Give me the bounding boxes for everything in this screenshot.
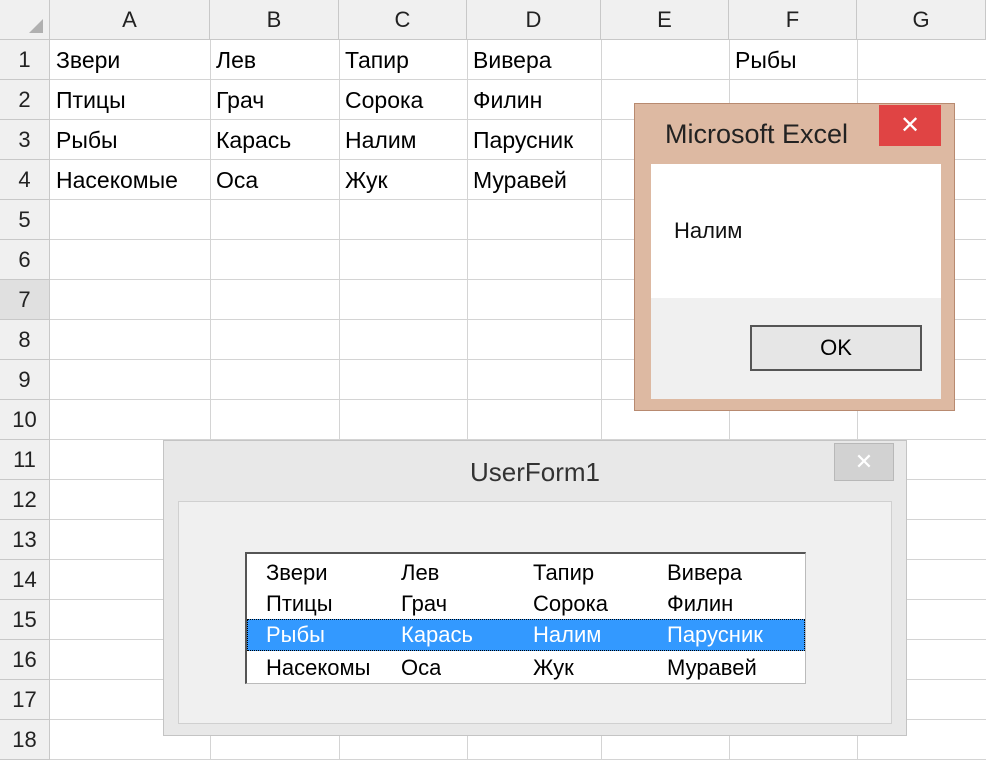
msgbox-message: Налим	[674, 218, 743, 243]
msgbox-dialog: Microsoft Excel ✕ Налим OK	[634, 103, 955, 411]
msgbox-button-area: OK	[651, 298, 941, 399]
column-header-e[interactable]: E	[601, 0, 729, 40]
cell-a2[interactable]: Птицы	[50, 80, 210, 120]
column-header-c[interactable]: C	[339, 0, 467, 40]
listbox-cell: Парусник	[667, 622, 763, 647]
listbox-item[interactable]: Рыбы Карась Налим Парусник	[247, 619, 805, 651]
listbox-cell: Тапир	[533, 560, 595, 585]
cell-d1[interactable]: Вивера	[467, 40, 601, 80]
cell-a4[interactable]: Насекомые	[50, 160, 210, 200]
row-header-5[interactable]: 5	[0, 200, 50, 240]
cell-b4[interactable]: Оса	[210, 160, 339, 200]
cell-d2[interactable]: Филин	[467, 80, 601, 120]
cell-d4[interactable]: Муравей	[467, 160, 601, 200]
column-header-b[interactable]: B	[210, 0, 339, 40]
msgbox-body: Налим OK	[651, 164, 941, 399]
row-header-15[interactable]: 15	[0, 600, 50, 640]
row-header-13[interactable]: 13	[0, 520, 50, 560]
column-header-f[interactable]: F	[729, 0, 857, 40]
row-header-14[interactable]: 14	[0, 560, 50, 600]
close-icon: ✕	[854, 449, 874, 474]
row-header-17[interactable]: 17	[0, 680, 50, 720]
cell-b1[interactable]: Лев	[210, 40, 339, 80]
row-header-11[interactable]: 11	[0, 440, 50, 480]
cell-c4[interactable]: Жук	[339, 160, 467, 200]
listbox-item[interactable]: Птицы Грач Сорока Филин	[247, 588, 805, 620]
msgbox-title: Microsoft Excel	[665, 119, 849, 149]
row-header-4[interactable]: 4	[0, 160, 50, 200]
listbox-cell: Муравей	[667, 655, 757, 680]
cell-a1[interactable]: Звери	[50, 40, 210, 80]
column-header-g[interactable]: G	[857, 0, 986, 40]
listbox-cell: Вивера	[667, 560, 743, 585]
row-header-12[interactable]: 12	[0, 480, 50, 520]
row-header-3[interactable]: 3	[0, 120, 50, 160]
cell-f1[interactable]: Рыбы	[729, 40, 857, 80]
listbox-cell: Звери	[266, 560, 328, 585]
listbox-item[interactable]: Звери Лев Тапир Вивера	[247, 557, 805, 589]
close-icon: ✕	[899, 112, 921, 139]
listbox[interactable]: Звери Лев Тапир Вивера Птицы Грач Сорока Филин Р…	[245, 552, 806, 684]
listbox-item[interactable]: Насекомы Оса Жук Муравей	[247, 652, 805, 684]
row-header-7[interactable]: 7	[0, 280, 50, 320]
select-all-corner[interactable]	[0, 0, 50, 40]
row-header-18[interactable]: 18	[0, 720, 50, 760]
listbox-cell: Филин	[667, 591, 734, 616]
listbox-cell: Налим	[533, 622, 602, 647]
listbox-cell: Карась	[401, 622, 473, 647]
cell-d3[interactable]: Парусник	[467, 120, 601, 160]
row-header-10[interactable]: 10	[0, 400, 50, 440]
listbox-cell: Жук	[533, 655, 574, 680]
row-header-6[interactable]: 6	[0, 240, 50, 280]
userform-close-button[interactable]: ✕	[834, 443, 894, 481]
userform-client-area: Звери Лев Тапир Вивера Птицы Грач Сорока Филин Р…	[178, 501, 892, 724]
cell-a3[interactable]: Рыбы	[50, 120, 210, 160]
listbox-cell: Рыбы	[266, 622, 325, 647]
select-all-triangle-icon	[29, 19, 43, 33]
listbox-cell: Птицы	[266, 591, 333, 616]
cell-c1[interactable]: Тапир	[339, 40, 467, 80]
row-header-8[interactable]: 8	[0, 320, 50, 360]
column-header-d[interactable]: D	[467, 0, 601, 40]
cell-c2[interactable]: Сорока	[339, 80, 467, 120]
cell-b2[interactable]: Грач	[210, 80, 339, 120]
ok-button[interactable]: OK	[750, 325, 922, 371]
listbox-cell: Оса	[401, 655, 442, 680]
userform-title: UserForm1	[469, 457, 600, 487]
column-header-a[interactable]: A	[50, 0, 210, 40]
row-header-2[interactable]: 2	[0, 80, 50, 120]
row-header-1[interactable]: 1	[0, 40, 50, 80]
cell-b3[interactable]: Карась	[210, 120, 339, 160]
listbox-cell: Лев	[401, 560, 440, 585]
cell-c3[interactable]: Налим	[339, 120, 467, 160]
row-header-16[interactable]: 16	[0, 640, 50, 680]
listbox-cell: Сорока	[533, 591, 608, 616]
close-button[interactable]: ✕	[879, 105, 941, 146]
userform-window: UserForm1 ✕ Звери Лев Тапир Вивера Птицы Грач…	[163, 440, 907, 736]
listbox-cell: Грач	[401, 591, 448, 616]
row-header-9[interactable]: 9	[0, 360, 50, 400]
listbox-cell: Насекомы	[266, 655, 371, 680]
